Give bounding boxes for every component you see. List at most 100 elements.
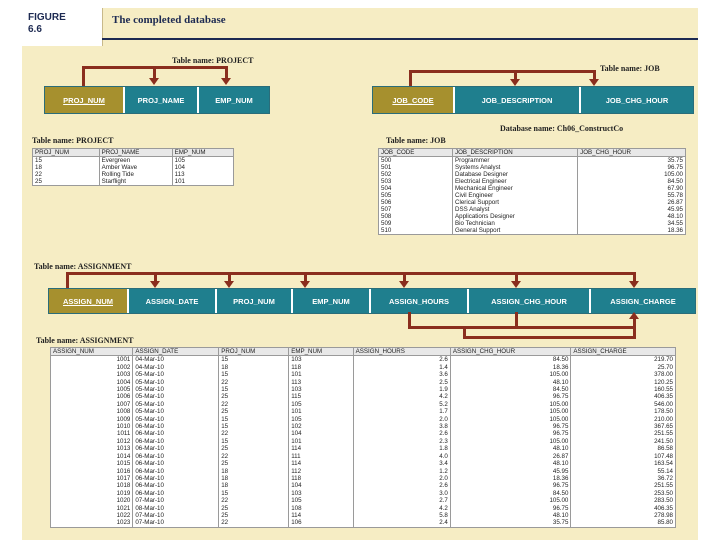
table-cell: 05-Mar-10 <box>132 400 220 409</box>
table-cell: 96.75 <box>577 164 686 171</box>
table-cell: Bio Technician <box>451 220 579 227</box>
table-cell: 219.70 <box>570 355 676 364</box>
table-cell: 55.78 <box>577 192 686 199</box>
derived-bracket-bar <box>408 326 636 329</box>
assignment-table-caption: Table name: ASSIGNMENT <box>36 336 134 345</box>
table-row: 1016 06-Mar-10 18 112 1.2 45.95 55.14 <box>49 467 676 475</box>
table-cell: 67.90 <box>577 185 686 192</box>
table-cell: 15 <box>218 423 290 431</box>
figure-page: FIGURE 6.6 The completed database Table … <box>22 8 698 540</box>
table-cell: 06-Mar-10 <box>132 460 220 468</box>
table-cell: 35.75 <box>577 156 686 164</box>
table-cell: 251.55 <box>570 430 676 438</box>
project-header-emp-num: EMP_NUM <box>171 148 235 157</box>
table-cell: 84.50 <box>449 386 572 394</box>
table-cell: 18 <box>218 482 290 490</box>
job-connector-drop-desc <box>514 70 517 79</box>
arrow-assign-charge <box>629 281 639 288</box>
table-cell: 406.35 <box>570 504 676 512</box>
figure-label: FIGURE 6.6 <box>28 12 66 35</box>
table-cell: Mechanical Engineer <box>451 185 579 192</box>
job-diagram-caption: Table name: JOB <box>600 64 660 73</box>
assignment-drop-date <box>154 272 157 281</box>
assignment-header-assign-chg-hour: ASSIGN_CHG_HOUR <box>449 346 572 357</box>
assignment-entity: ASSIGN_NUM ASSIGN_DATE PROJ_NUM EMP_NUM … <box>48 288 696 314</box>
table-row: 18 Amber Wave 104 <box>32 164 235 171</box>
job-header-job-chg-hour: JOB_CHG_HOUR <box>577 148 686 157</box>
table-cell: Database Designer <box>451 171 579 178</box>
table-cell: 05-Mar-10 <box>132 386 220 394</box>
table-cell: 06-Mar-10 <box>132 489 220 498</box>
table-cell: 25.70 <box>570 363 676 372</box>
assignment-drop-chg-hour <box>515 272 518 281</box>
table-cell: 84.50 <box>577 178 686 185</box>
assignment-connector-drop-pk <box>66 272 69 288</box>
table-cell: 101 <box>171 178 235 186</box>
table-cell: 546.00 <box>570 400 676 409</box>
table-row: 1007 05-Mar-10 22 105 5.2 105.00 546.00 <box>49 400 676 409</box>
table-cell: 1.9 <box>352 386 451 394</box>
table-cell: 101 <box>288 371 354 379</box>
table-row: 502 Database Designer 105.00 <box>378 171 686 178</box>
arrow-assign-proj-num <box>224 281 234 288</box>
table-row: 1006 05-Mar-10 25 115 4.2 96.75 406.35 <box>49 393 676 401</box>
table-cell: 1.2 <box>352 467 451 475</box>
table-cell: 04-Mar-10 <box>132 355 220 364</box>
table-cell: 2.0 <box>352 474 451 483</box>
table-cell: General Support <box>451 227 579 235</box>
table-cell: 101 <box>288 408 354 416</box>
job-col-job-code: JOB_CODE <box>373 87 455 113</box>
table-cell: 1010 <box>49 423 134 431</box>
figure-title: The completed database <box>112 14 226 26</box>
table-cell: 15 <box>218 437 290 446</box>
table-cell: Amber Wave <box>98 164 173 171</box>
table-cell: 108 <box>288 504 354 512</box>
table-cell: 105.00 <box>577 171 686 178</box>
table-row: 1018 06-Mar-10 18 104 2.6 96.75 251.55 <box>49 482 676 490</box>
table-cell: 1008 <box>49 408 134 416</box>
project-col-emp-num: EMP_NUM <box>199 87 269 113</box>
table-cell: 4.2 <box>352 393 451 401</box>
table-cell: 1018 <box>49 482 134 490</box>
table-cell: 114 <box>288 511 354 520</box>
table-cell: 06-Mar-10 <box>132 423 220 431</box>
table-cell: 1004 <box>49 378 134 387</box>
assignment-col-assign-chg-hour: ASSIGN_CHG_HOUR <box>469 289 591 313</box>
table-cell: 160.55 <box>570 386 676 394</box>
table-cell: 501 <box>378 164 453 171</box>
table-cell: 2.6 <box>352 430 451 438</box>
table-cell: 5.8 <box>352 511 451 520</box>
assignment-col-assign-charge: ASSIGN_CHARGE <box>591 289 695 313</box>
table-cell: 107.48 <box>570 452 676 461</box>
table-cell: 112 <box>288 467 354 475</box>
table-cell: 241.50 <box>570 437 676 446</box>
table-row: 1013 06-Mar-10 25 114 1.8 48.10 86.58 <box>49 445 676 453</box>
table-row: 1003 05-Mar-10 15 101 3.6 105.00 378.00 <box>49 371 676 379</box>
table-cell: 25 <box>218 504 290 512</box>
table-cell: 06-Mar-10 <box>132 474 220 483</box>
project-col-proj-name: PROJ_NAME <box>125 87 199 113</box>
table-cell: 22 <box>218 430 290 438</box>
table-cell: 105 <box>171 156 235 164</box>
table-cell: 84.50 <box>449 355 572 364</box>
table-cell: 22 <box>32 171 100 178</box>
arrow-proj-name <box>149 78 159 85</box>
table-row: 1011 06-Mar-10 22 104 2.6 96.75 251.55 <box>49 430 676 438</box>
table-cell: 18 <box>218 363 290 372</box>
table-cell: 1007 <box>49 400 134 409</box>
table-cell: 2.4 <box>352 519 451 528</box>
table-cell: 05-Mar-10 <box>132 378 220 387</box>
table-cell: 25 <box>218 408 290 416</box>
table-cell: 2.7 <box>352 497 451 505</box>
assignment-header-assign-date: ASSIGN_DATE <box>132 346 220 357</box>
table-cell: 102 <box>288 423 354 431</box>
table-row: 508 Applications Designer 48.10 <box>378 213 686 220</box>
assignment-drop-emp <box>304 272 307 281</box>
table-row: 1023 07-Mar-10 22 106 2.4 35.75 85.80 <box>49 519 676 528</box>
table-cell: 104 <box>288 482 354 490</box>
table-cell: 106 <box>288 519 354 528</box>
table-row: 510 General Support 18.36 <box>378 227 686 235</box>
table-cell: 26.87 <box>449 452 572 461</box>
table-cell: 210.00 <box>570 415 676 424</box>
table-cell: 105.00 <box>449 497 572 505</box>
